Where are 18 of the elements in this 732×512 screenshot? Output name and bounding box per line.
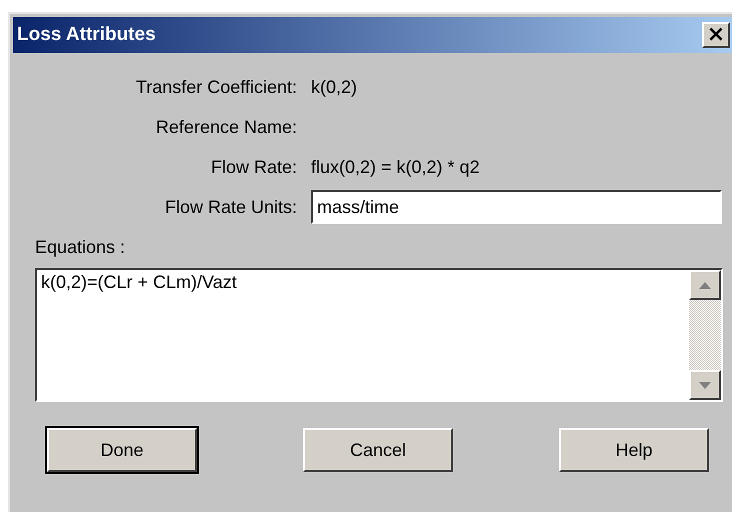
- dialog-button[interactable]: Done: [47, 428, 197, 472]
- dialog-button[interactable]: Help: [559, 428, 709, 472]
- field-value: flux(0,2) = k(0,2) * q2: [311, 156, 480, 178]
- down-arrow-icon: [699, 382, 711, 388]
- scroll-up-button[interactable]: [689, 270, 721, 300]
- field-label: Flow Rate:: [210, 156, 297, 178]
- field-label: Transfer Coefficient:: [134, 76, 297, 98]
- dialog-button[interactable]: Cancel: [303, 428, 453, 472]
- equations-field[interactable]: k(0,2)=(CLr + CLm)/Vazt: [35, 268, 723, 402]
- equations-label: Equations :: [35, 237, 126, 258]
- field-value: k(0,2): [311, 76, 358, 98]
- input-field[interactable]: mass/time: [311, 190, 722, 224]
- window-title: Loss Attributes: [17, 24, 156, 46]
- field-label: Flow Rate Units:: [164, 196, 297, 218]
- up-arrow-icon: [699, 282, 711, 288]
- field-label: Reference Name:: [154, 116, 297, 138]
- scroll-down-button[interactable]: [689, 370, 721, 400]
- close-button[interactable]: ×: [702, 22, 730, 48]
